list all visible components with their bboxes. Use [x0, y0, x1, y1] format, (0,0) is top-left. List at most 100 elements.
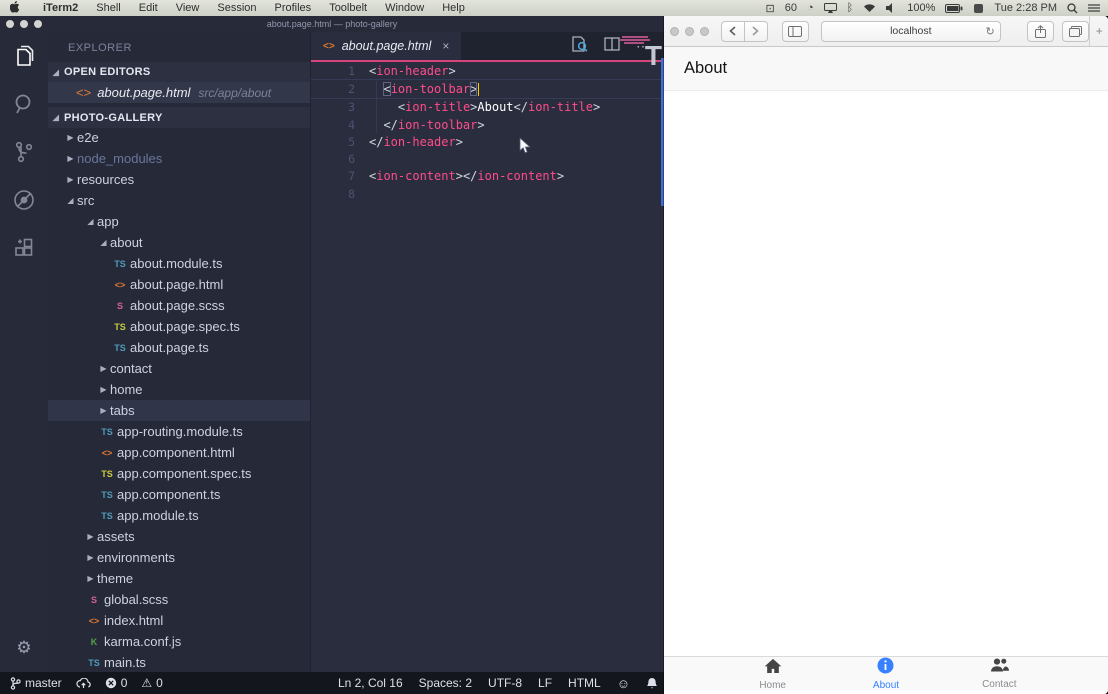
tree-item-app-component-ts[interactable]: TSapp.component.ts: [48, 484, 310, 505]
minimize-window-button[interactable]: [685, 27, 694, 36]
address-bar[interactable]: localhost ↻: [821, 21, 1001, 42]
project-section-photo-gallery[interactable]: ◢ PHOTO-GALLERY: [48, 107, 310, 128]
tree-item-about-page-ts[interactable]: TSabout.page.ts: [48, 337, 310, 358]
indentation-item[interactable]: Spaces: 2: [419, 676, 472, 690]
code-line-3[interactable]: 3 <ion-title>About</ion-title>: [311, 99, 664, 116]
explorer-icon[interactable]: [0, 32, 48, 80]
menu-edit[interactable]: Edit: [130, 2, 167, 14]
tree-item-karma-conf-js[interactable]: Kkarma.conf.js: [48, 631, 310, 652]
tree-item-about-module-ts[interactable]: TSabout.module.ts: [48, 253, 310, 274]
ionic-tab-contact[interactable]: Contact: [943, 657, 1056, 690]
cursor-position-item[interactable]: Ln 2, Col 16: [338, 676, 403, 690]
tree-item-about-page-spec-ts[interactable]: TSabout.page.spec.ts: [48, 316, 310, 337]
zoom-window-button[interactable]: [700, 27, 709, 36]
menu-view[interactable]: View: [167, 2, 209, 14]
sixty-widget[interactable]: 60: [785, 2, 797, 14]
menu-session[interactable]: Session: [208, 2, 265, 14]
open-editors-section[interactable]: ◢ OPEN EDITORS: [48, 62, 310, 82]
notifications-bell-icon[interactable]: [646, 677, 658, 690]
code-line-5[interactable]: 5</ion-header>: [311, 133, 664, 150]
battery-icon[interactable]: [945, 4, 963, 13]
sidebar-toggle-button[interactable]: [782, 21, 809, 42]
battery-percent[interactable]: 100%: [907, 2, 935, 14]
tree-item-contact[interactable]: ▶contact: [48, 358, 310, 379]
tree-item-about[interactable]: ◢about: [48, 232, 310, 253]
settings-gear-icon[interactable]: ⚙: [0, 628, 48, 668]
menu-toolbelt[interactable]: Toolbelt: [320, 2, 376, 14]
code-line-8[interactable]: 8: [311, 185, 664, 202]
display-icon[interactable]: [824, 3, 837, 13]
activity-bar: ⚙: [0, 32, 48, 672]
close-window-button[interactable]: [670, 27, 679, 36]
share-button[interactable]: [1027, 21, 1054, 42]
code-line-1[interactable]: 1<ion-header>: [311, 62, 664, 79]
ionic-tab-about[interactable]: About: [829, 657, 942, 690]
menubar-items: iTerm2ShellEditViewSessionProfilesToolbe…: [34, 2, 474, 14]
tree-item-theme[interactable]: ▶theme: [48, 568, 310, 589]
tree-item-tabs[interactable]: ▶tabs: [48, 400, 310, 421]
menu-shell[interactable]: Shell: [87, 2, 129, 14]
close-tab-icon[interactable]: ×: [442, 39, 449, 53]
back-button[interactable]: [721, 21, 745, 42]
new-tab-button[interactable]: +: [1089, 16, 1108, 46]
tab-about-page-html[interactable]: <> about.page.html ×: [311, 32, 461, 60]
code-area[interactable]: 1<ion-header>2 <ion-toolbar>3 <ion-title…: [311, 62, 664, 672]
bluetooth-icon[interactable]: ᛒ: [847, 2, 854, 14]
sync-changes-icon[interactable]: [76, 678, 91, 689]
code-line-2[interactable]: 2 <ion-toolbar>: [311, 79, 664, 98]
menu-window[interactable]: Window: [376, 2, 433, 14]
tree-item-assets[interactable]: ▶assets: [48, 526, 310, 547]
notification-center-icon[interactable]: [1088, 3, 1100, 13]
clock-widget-icon[interactable]: ◔: [807, 2, 814, 14]
errors-item[interactable]: 0: [105, 676, 128, 690]
tree-item-src[interactable]: ◢src: [48, 190, 310, 211]
wifi-icon[interactable]: [863, 3, 876, 13]
tree-item-about-page-html[interactable]: <>about.page.html: [48, 274, 310, 295]
screen-capture-icon[interactable]: ⊡: [766, 2, 775, 15]
feedback-smiley-icon[interactable]: ☺: [617, 676, 630, 691]
tree-item-main-ts[interactable]: TSmain.ts: [48, 652, 310, 672]
apple-menu-icon[interactable]: [10, 1, 20, 16]
debug-icon[interactable]: [0, 176, 48, 224]
git-branch-item[interactable]: master: [10, 676, 62, 690]
tree-item-environments[interactable]: ▶environments: [48, 547, 310, 568]
ionic-tab-home[interactable]: Home: [716, 657, 829, 690]
menu-iterm2[interactable]: iTerm2: [34, 2, 87, 14]
search-icon[interactable]: [0, 80, 48, 128]
tree-item-about-page-scss[interactable]: Sabout.page.scss: [48, 295, 310, 316]
tree-item-app-module-ts[interactable]: TSapp.module.ts: [48, 505, 310, 526]
tree-item-app-component-spec-ts[interactable]: TSapp.component.spec.ts: [48, 463, 310, 484]
show-all-tabs-button[interactable]: [1062, 21, 1089, 42]
source-control-icon[interactable]: [0, 128, 48, 176]
tree-item-app-component-html[interactable]: <>app.component.html: [48, 442, 310, 463]
menu-help[interactable]: Help: [433, 2, 474, 14]
code-line-7[interactable]: 7<ion-content></ion-content>: [311, 168, 664, 185]
reload-icon[interactable]: ↻: [985, 25, 994, 38]
ts-file-icon: TS: [110, 259, 130, 269]
editor-tabbar: <> about.page.html × ⋯: [311, 32, 664, 62]
tree-item-app[interactable]: ◢app: [48, 211, 310, 232]
tree-item-global-scss[interactable]: Sglobal.scss: [48, 589, 310, 610]
volume-icon[interactable]: [886, 3, 897, 13]
language-mode-item[interactable]: HTML: [568, 676, 601, 690]
input-source-flag-icon[interactable]: [973, 3, 984, 14]
open-preview-icon[interactable]: [571, 36, 588, 57]
code-line-4[interactable]: 4 </ion-toolbar>: [311, 116, 664, 133]
menubar-clock[interactable]: Tue 2:28 PM: [994, 2, 1057, 14]
tree-item-index-html[interactable]: <>index.html: [48, 610, 310, 631]
warnings-item[interactable]: ⚠ 0: [141, 676, 162, 690]
menu-profiles[interactable]: Profiles: [266, 2, 321, 14]
tree-item-app-routing-module-ts[interactable]: TSapp-routing.module.ts: [48, 421, 310, 442]
split-editor-icon[interactable]: [604, 37, 620, 56]
open-editor-about-page-html[interactable]: <> about.page.html src/app/about: [48, 82, 310, 103]
code-line-6[interactable]: 6: [311, 150, 664, 167]
tree-item-e2e[interactable]: ▶e2e: [48, 127, 310, 148]
extensions-icon[interactable]: [0, 224, 48, 272]
forward-button[interactable]: [745, 21, 768, 42]
tree-item-node-modules[interactable]: ▶node_modules: [48, 148, 310, 169]
tree-item-resources[interactable]: ▶resources: [48, 169, 310, 190]
spotlight-search-icon[interactable]: [1067, 3, 1078, 14]
eol-item[interactable]: LF: [538, 676, 552, 690]
tree-item-home[interactable]: ▶home: [48, 379, 310, 400]
encoding-item[interactable]: UTF-8: [488, 676, 522, 690]
